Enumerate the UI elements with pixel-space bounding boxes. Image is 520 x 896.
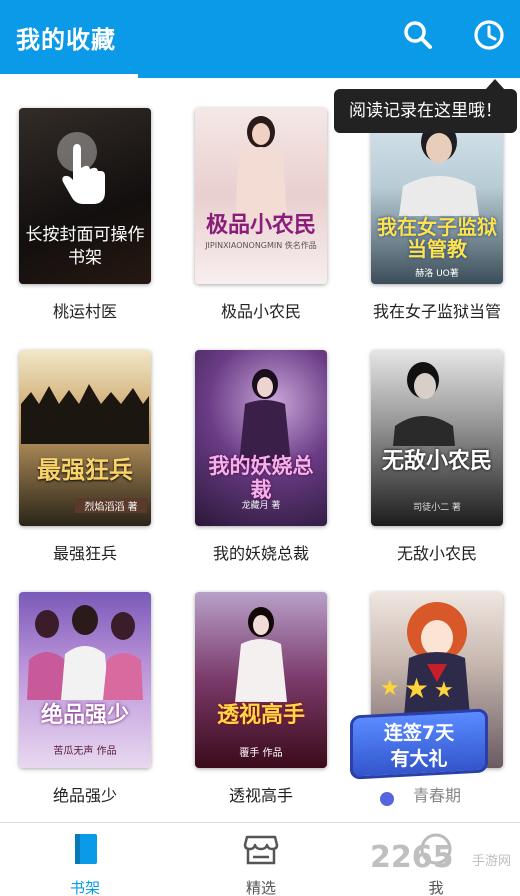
history-button[interactable] xyxy=(471,17,507,53)
book-icon xyxy=(75,834,97,864)
cover-title: 极品小农民 xyxy=(205,213,316,238)
app-header: 我的收藏 xyxy=(0,0,520,74)
app-screen: 我的收藏 长按封面可操作书架 桃运村医 极品小农民 JIPINXIAONONGM… xyxy=(0,0,520,896)
cover-subtitle: 龙藏月 著 xyxy=(241,501,281,511)
book-cover[interactable]: 无敌小农民 司徒小二 著 xyxy=(371,350,503,526)
cover-title: 绝品强少 xyxy=(40,703,129,728)
page-title: 我的收藏 xyxy=(16,26,116,54)
cover-figure xyxy=(27,605,143,700)
promo-line-1: 连签7天 xyxy=(383,722,455,744)
book-title: 无敌小农民 xyxy=(396,544,477,563)
long-press-hint-text: 长按封面可操作书架 xyxy=(25,225,145,268)
cover-figure xyxy=(393,362,455,446)
cover-subtitle: 覆手 作品 xyxy=(239,748,283,759)
star-icon: ★ xyxy=(404,672,430,705)
nav-tab-featured[interactable]: 精选 xyxy=(211,831,311,896)
book-cover[interactable]: 绝品强少 苦瓜无声 作品 xyxy=(19,592,151,768)
book-title: 我在女子监狱当管 xyxy=(372,302,501,321)
star-icon: ★ xyxy=(380,676,400,701)
cover-subtitle: 苦瓜无声 作品 xyxy=(53,746,117,757)
cover-title: 最强狂兵 xyxy=(37,456,133,484)
search-icon xyxy=(404,21,432,49)
cover-subtitle: JIPINXIAONONGMIN 佚名作品 xyxy=(205,241,317,250)
reading-history-tooltip: 阅读记录在这里哦！ xyxy=(334,89,517,133)
book-cover[interactable]: 我的妖娆总裁 龙藏月 著 xyxy=(195,350,327,526)
clock-icon xyxy=(474,20,504,50)
book-title: 桃运村医 xyxy=(52,302,117,321)
cover-subtitle: 赫洛 UO著 xyxy=(415,269,459,279)
cover-title: 我在女子监狱当管教 xyxy=(377,215,497,261)
header-accent-line xyxy=(138,74,520,78)
cover-subtitle: 司徒小二 著 xyxy=(413,503,461,513)
book-cover[interactable]: 我在女子监狱当管教 赫洛 UO著 xyxy=(371,108,503,284)
book-title: 我的妖娆总裁 xyxy=(212,544,309,563)
star-icon: ★ xyxy=(434,678,454,703)
book-title: 透视高手 xyxy=(228,786,293,805)
cover-figure xyxy=(239,369,291,464)
book-title: 最强狂兵 xyxy=(52,544,117,563)
checkin-promo-badge[interactable]: ★ ★ ★ 连签7天 有大礼 xyxy=(342,672,492,800)
book-cover[interactable]: 透视高手 覆手 作品 xyxy=(195,592,327,768)
book-cover[interactable]: 极品小农民 JIPINXIAONONGMIN 佚名作品 xyxy=(195,108,327,284)
cover-title: 透视高手 xyxy=(216,703,305,728)
book-title: 绝品强少 xyxy=(52,786,117,805)
cover-title: 我的妖娆总裁 xyxy=(208,454,314,502)
cover-title: 无敌小农民 xyxy=(381,449,492,474)
watermark-logo: 2265 xyxy=(370,840,454,875)
search-button[interactable] xyxy=(400,17,436,53)
promo-dot xyxy=(380,792,394,806)
nav-label: 精选 xyxy=(245,879,276,896)
nav-label: 我 xyxy=(428,879,444,896)
book-cover[interactable]: 最强狂兵 烈焰滔滔 著 xyxy=(19,350,151,526)
watermark-subtitle: 手游网 xyxy=(472,854,512,869)
cover-figure xyxy=(21,384,149,444)
nav-tab-bookshelf[interactable]: 书架 xyxy=(35,831,135,896)
hand-tap-icon xyxy=(57,132,105,204)
long-press-hint-overlay: 长按封面可操作书架 xyxy=(19,108,151,284)
promo-line-2: 有大礼 xyxy=(390,748,448,770)
book-title: 极品小农民 xyxy=(220,302,301,321)
cover-subtitle: 烈焰滔滔 著 xyxy=(75,498,147,513)
book-cover[interactable]: 长按封面可操作书架 xyxy=(19,108,151,284)
cover-figure xyxy=(235,607,287,702)
cover-figure xyxy=(235,116,287,220)
nav-label: 书架 xyxy=(69,879,100,896)
store-icon xyxy=(243,835,279,865)
